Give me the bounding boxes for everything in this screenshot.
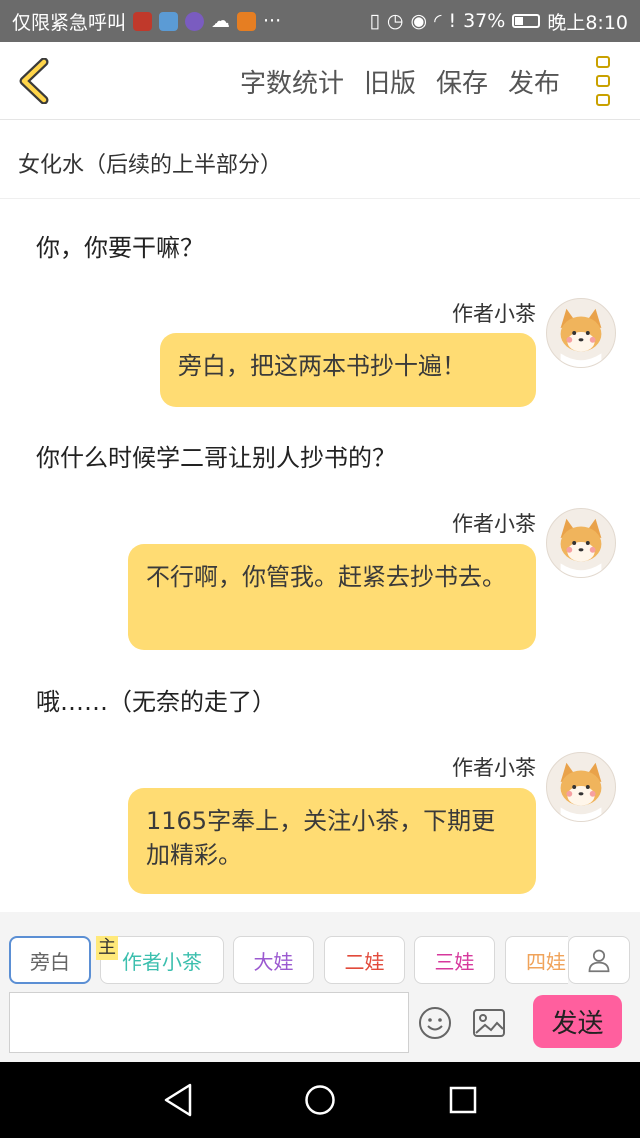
clock: 晚上8:10 [547, 11, 628, 34]
author-avatar[interactable] [546, 752, 616, 822]
role-author-button[interactable]: 作者小茶 [100, 936, 224, 984]
save-button[interactable]: 保存 [436, 63, 488, 100]
role-and-composer-panel: 旁白 作者小茶 主 大娃 二娃 三娃 四娃 发送 [0, 912, 640, 1062]
alarm-icon: ◷ [386, 10, 404, 32]
role-erwa-button[interactable]: 二娃 [324, 936, 405, 984]
menu-dot [596, 75, 610, 87]
speaker-name: 作者小茶 [452, 512, 536, 536]
status-left: 仅限紧急呼叫 ☁ ··· [12, 8, 281, 35]
speaker-name: 作者小茶 [452, 302, 536, 326]
wifi-icon: ◜ [434, 10, 442, 32]
author-avatar[interactable] [546, 508, 616, 578]
speech-bubble[interactable]: 1165字奉上，关注小茶，下期更加精彩。 [128, 788, 536, 894]
app-notification-icon [133, 11, 153, 31]
emoji-icon[interactable] [418, 1006, 452, 1040]
nav-recent-apps-icon[interactable] [449, 1086, 477, 1114]
battery-percent: 37% [463, 10, 506, 32]
app-notification-icon [159, 11, 179, 31]
author-avatar[interactable] [546, 298, 616, 368]
more-menu-icon[interactable] [596, 56, 618, 106]
chat-area: 你，你要干嘛？ 作者小茶 旁白，把这两本书抄十遍！ 你什么时候学二哥让别人抄书的… [0, 200, 640, 912]
app-notification-icon [237, 11, 257, 31]
speech-bubble[interactable]: 不行啊，你管我。赶紧去抄书去。 [128, 544, 536, 650]
menu-dot [596, 94, 610, 106]
menu-dot [596, 56, 610, 68]
eye-icon: ◉ [410, 10, 428, 32]
shiba-avatar-icon [560, 762, 602, 821]
nav-back-icon[interactable] [162, 1082, 194, 1118]
narration-line[interactable]: 你什么时候学二哥让别人抄书的？ [36, 438, 396, 473]
status-bar: 仅限紧急呼叫 ☁ ··· ▯ ◷ ◉ ◜ ! 37% 晚上8:10 [0, 0, 640, 42]
document-title[interactable]: 女化水（后续的上半部分） [0, 121, 640, 199]
image-icon[interactable] [472, 1008, 506, 1038]
message-input[interactable] [9, 992, 409, 1053]
word-count-button[interactable]: 字数统计 [240, 63, 344, 100]
cloud-icon: ☁ [211, 10, 231, 32]
speech-bubble[interactable]: 旁白，把这两本书抄十遍！ [160, 333, 536, 407]
more-notifications: ··· [263, 10, 282, 32]
role-dawa-button[interactable]: 大娃 [233, 936, 314, 984]
toolbar-actions: 字数统计 旧版 保存 发布 [240, 42, 560, 120]
battery-icon [512, 14, 541, 28]
system-nav-bar [0, 1062, 640, 1138]
vibrate-icon: ▯ [369, 10, 380, 32]
nav-home-icon[interactable] [304, 1084, 336, 1116]
old-version-button[interactable]: 旧版 [364, 63, 416, 100]
speaker-name: 作者小茶 [452, 756, 536, 780]
role-siwa-button[interactable]: 四娃 [505, 936, 568, 984]
back-arrow-icon[interactable] [14, 58, 58, 104]
role-manage-button[interactable] [568, 936, 630, 984]
narration-line[interactable]: 你，你要干嘛？ [36, 228, 204, 263]
top-toolbar: 字数统计 旧版 保存 发布 [0, 42, 640, 120]
publish-button[interactable]: 发布 [508, 63, 560, 100]
carrier-text: 仅限紧急呼叫 [12, 11, 127, 34]
role-narrator-button[interactable]: 旁白 [9, 936, 91, 984]
person-icon [588, 949, 610, 973]
role-sanwa-button[interactable]: 三娃 [414, 936, 495, 984]
alert-icon: ! [448, 10, 457, 32]
app-notification-icon [185, 11, 205, 31]
send-button[interactable]: 发送 [533, 995, 622, 1048]
status-right: ▯ ◷ ◉ ◜ ! 37% 晚上8:10 [369, 8, 628, 35]
shiba-avatar-icon [560, 308, 602, 367]
main-role-tag: 主 [96, 936, 118, 960]
narration-line[interactable]: 哦……（无奈的走了） [36, 682, 276, 717]
shiba-avatar-icon [560, 518, 602, 577]
